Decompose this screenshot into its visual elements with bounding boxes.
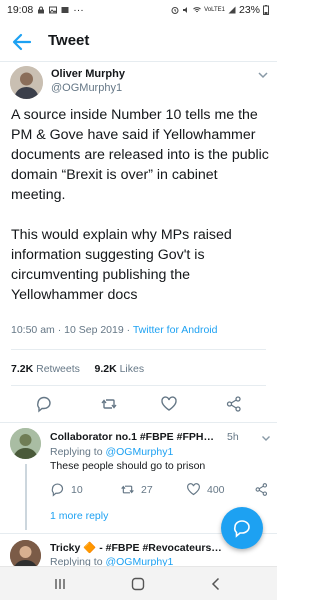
retweets-count[interactable]: 7.2K xyxy=(11,363,33,375)
compose-reply-button[interactable] xyxy=(221,507,263,549)
mute-icon xyxy=(183,7,188,13)
tweet-date: 10 Sep 2019 xyxy=(64,324,124,336)
photo-icon xyxy=(61,7,69,13)
divider xyxy=(11,385,266,386)
tweet-stats: 7.2K Retweets 9.2K Likes xyxy=(11,363,144,375)
tweet-paragraph: A source inside Number 10 tells me the P… xyxy=(11,107,269,203)
like-count: 400 xyxy=(207,483,225,496)
replying-prefix: Replying to xyxy=(50,446,103,458)
compose-reply-icon xyxy=(233,520,250,538)
status-bar: 19:08 ··· VoLTE1 23% xyxy=(0,0,277,22)
alarm-icon xyxy=(171,7,179,14)
share-icon[interactable] xyxy=(225,395,243,413)
replying-prefix: Replying to xyxy=(50,556,103,566)
retweet-icon[interactable] xyxy=(120,482,135,497)
author-handle[interactable]: @OGMurphy1 xyxy=(51,82,122,94)
status-more-indicator: ··· xyxy=(73,4,84,16)
avatar-image xyxy=(10,428,41,459)
likes-count[interactable]: 9.2K xyxy=(94,363,116,375)
tweet-action-bar xyxy=(0,393,277,417)
tweet-meta: 10:50 am · 10 Sep 2019 · Twitter for And… xyxy=(11,324,217,336)
battery-percent: 23% xyxy=(238,4,260,16)
network-label: VoLTE1 xyxy=(204,7,225,13)
reply-time: 5h xyxy=(227,431,239,443)
retweet-icon[interactable] xyxy=(100,395,118,413)
meta-separator: · xyxy=(57,324,62,336)
chevron-down-icon[interactable] xyxy=(256,68,270,82)
tweet-text: A source inside Number 10 tells me the P… xyxy=(11,105,271,305)
reply-retweet-action[interactable]: 27 xyxy=(120,482,153,497)
comment-icon[interactable] xyxy=(50,482,65,497)
tweet-source-link[interactable]: Twitter for Android xyxy=(133,324,218,336)
wifi-icon xyxy=(193,7,201,13)
divider xyxy=(0,422,277,423)
system-nav-bar xyxy=(0,566,277,600)
reply-author-name[interactable]: Collaborator no.1 #FBPE #FPHD … xyxy=(50,431,220,443)
retweet-count: 27 xyxy=(141,483,153,496)
author-name[interactable]: Oliver Murphy xyxy=(51,68,125,80)
arrow-left-icon[interactable] xyxy=(10,30,34,54)
status-time: 19:08 xyxy=(7,4,34,16)
signal-icon xyxy=(228,6,236,14)
heart-icon[interactable] xyxy=(160,395,178,413)
share-icon[interactable] xyxy=(254,482,269,497)
replying-to: Replying to @OGMurphy1 xyxy=(50,556,173,566)
avatar[interactable] xyxy=(10,428,41,459)
reply-text: These people should go to prison xyxy=(50,460,206,472)
back-nav-icon[interactable] xyxy=(208,576,224,592)
avatar[interactable] xyxy=(10,66,43,99)
replying-to: Replying to @OGMurphy1 xyxy=(50,446,173,458)
reply-like-action[interactable]: 400 xyxy=(186,482,225,497)
divider xyxy=(11,349,266,350)
lock-icon xyxy=(38,6,45,14)
mention-link[interactable]: @OGMurphy1 xyxy=(105,556,173,566)
avatar[interactable] xyxy=(10,540,41,566)
reply-count: 10 xyxy=(71,483,83,496)
more-replies-link[interactable]: 1 more reply xyxy=(50,510,108,522)
reply-comment-action[interactable]: 10 xyxy=(50,482,83,497)
tweet-time: 10:50 am xyxy=(11,324,55,336)
retweets-label[interactable]: Retweets xyxy=(36,363,80,375)
reply-action-bar: 10 27 400 xyxy=(50,482,272,498)
reply-author-name[interactable]: Tricky 🔶 - #FBPE #Revocateurs… xyxy=(50,541,235,554)
avatar-image xyxy=(10,66,43,99)
app-bar: Tweet xyxy=(0,22,277,62)
battery-icon xyxy=(263,5,269,15)
avatar-image xyxy=(10,540,41,566)
thread-line xyxy=(25,464,27,530)
chevron-down-icon[interactable] xyxy=(260,432,272,444)
tweet-paragraph: This would explain why MPs raised inform… xyxy=(11,227,232,303)
meta-separator: · xyxy=(126,324,131,336)
recent-apps-icon[interactable] xyxy=(52,576,68,592)
image-icon xyxy=(49,6,58,14)
likes-label[interactable]: Likes xyxy=(120,363,145,375)
page-title: Tweet xyxy=(48,32,90,49)
tweet-author[interactable]: Oliver Murphy @OGMurphy1 xyxy=(10,66,270,102)
heart-icon[interactable] xyxy=(186,482,201,497)
home-icon[interactable] xyxy=(130,576,146,592)
reply-share-action[interactable] xyxy=(254,482,269,497)
mention-link[interactable]: @OGMurphy1 xyxy=(105,446,173,458)
comment-icon[interactable] xyxy=(35,395,53,413)
